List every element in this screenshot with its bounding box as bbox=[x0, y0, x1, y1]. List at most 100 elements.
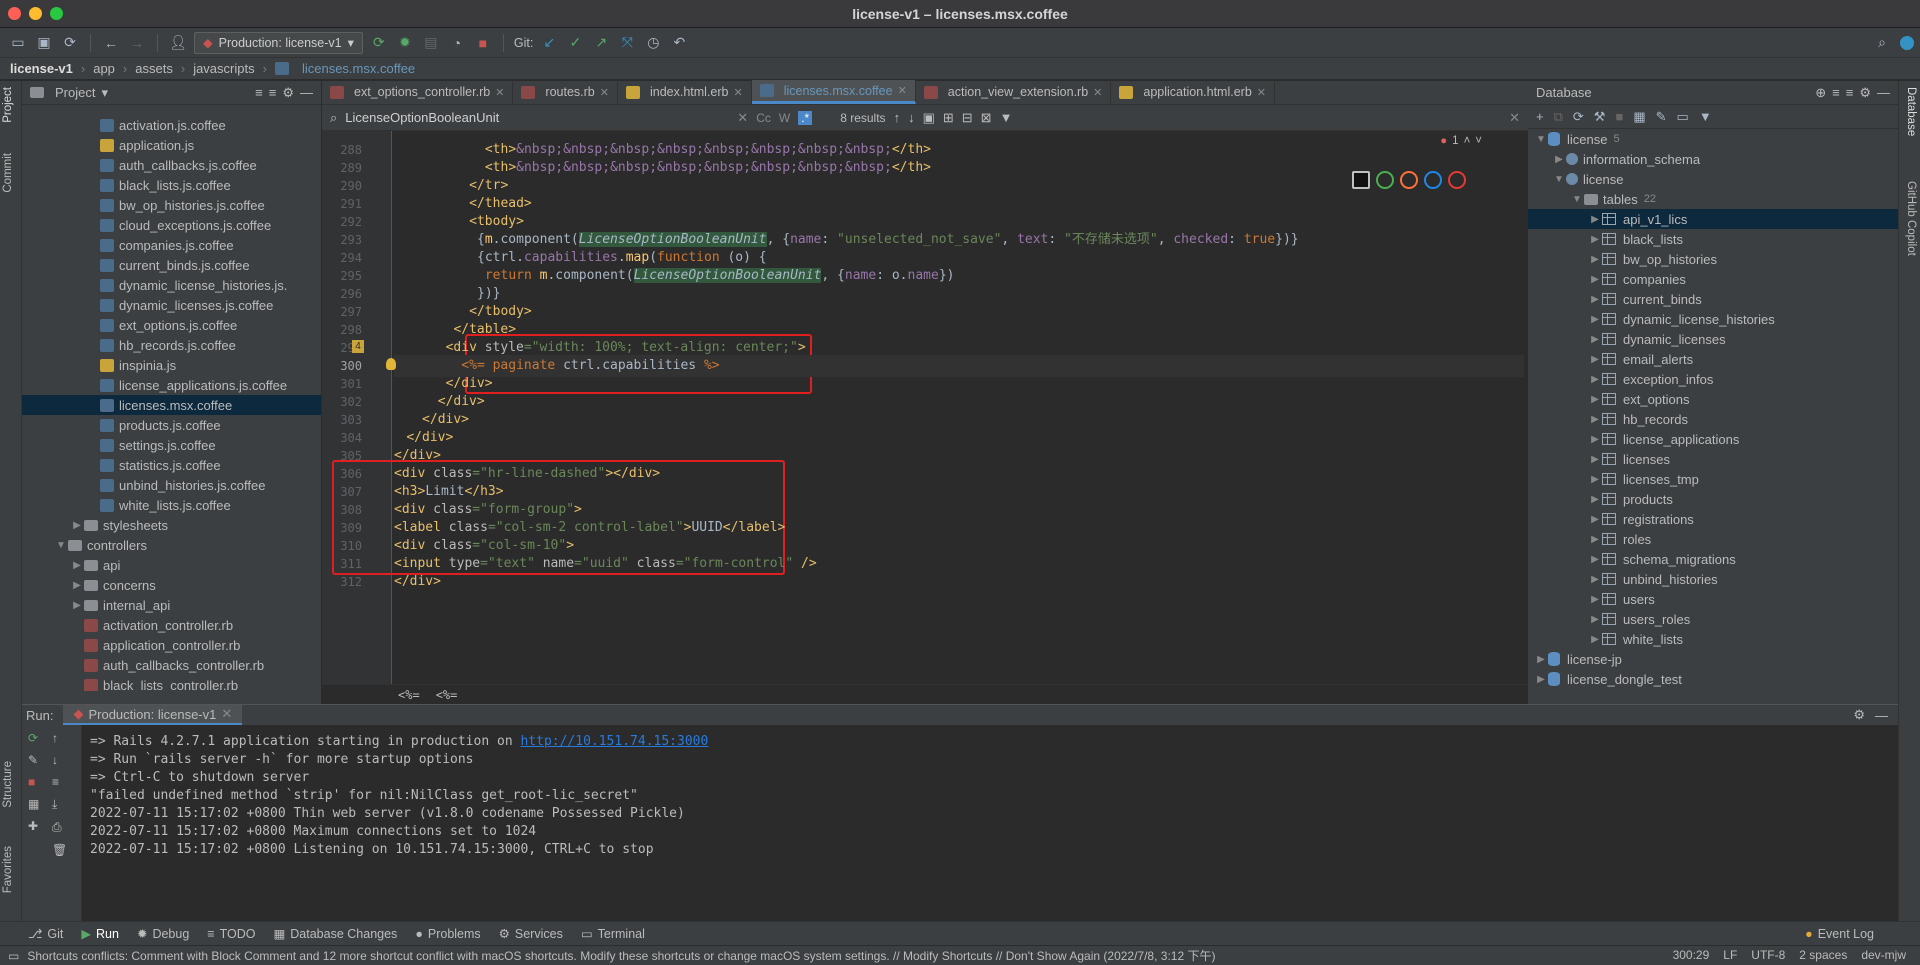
project-tree-item[interactable]: application_controller.rb bbox=[22, 635, 321, 655]
database-tree-item[interactable]: ▶ license_dongle_test bbox=[1528, 669, 1898, 689]
scroll-down-icon[interactable]: ↓ bbox=[52, 753, 67, 767]
tool-tab-todo[interactable]: ≡ TODO bbox=[207, 926, 255, 941]
database-tree-item[interactable]: ▼ tables 22 bbox=[1528, 189, 1898, 209]
soft-wrap-icon[interactable]: ≡ bbox=[52, 775, 67, 789]
project-tree-item[interactable]: ▶ internal_api bbox=[22, 595, 321, 615]
project-tree-item[interactable]: ▼ controllers bbox=[22, 535, 321, 555]
chevron-right-icon[interactable]: ▶ bbox=[1588, 614, 1602, 625]
chevron-down-icon[interactable]: ▼ bbox=[1570, 194, 1584, 205]
chevron-right-icon[interactable]: ▶ bbox=[1588, 634, 1602, 645]
firefox-icon[interactable] bbox=[1400, 171, 1418, 189]
database-tree-item[interactable]: ▶ users bbox=[1528, 589, 1898, 609]
collapse-all-icon[interactable]: ≡ bbox=[1846, 85, 1854, 100]
tool-tab-run[interactable]: ▶ Run bbox=[81, 926, 119, 942]
git-merge-icon[interactable]: ⤧ bbox=[617, 34, 637, 51]
close-icon[interactable]: ✕ bbox=[1257, 86, 1266, 99]
project-tree-item[interactable]: cloud_exceptions.js.coffee bbox=[22, 215, 321, 235]
close-icon[interactable]: ✕ bbox=[495, 86, 504, 99]
project-tree-item[interactable]: auth_callbacks.js.coffee bbox=[22, 155, 321, 175]
database-tree-item[interactable]: ▶ users_roles bbox=[1528, 609, 1898, 629]
database-tree-item[interactable]: ▶ dynamic_license_histories bbox=[1528, 309, 1898, 329]
project-panel-title[interactable]: Project bbox=[55, 85, 95, 100]
chevron-right-icon[interactable]: ▶ bbox=[1588, 414, 1602, 425]
rerun-icon[interactable]: ⟳ bbox=[28, 731, 39, 745]
edit-icon[interactable]: ✎ bbox=[1656, 109, 1667, 125]
chevron-up-icon[interactable]: ˄ bbox=[1464, 135, 1471, 147]
update-icon[interactable] bbox=[1900, 35, 1914, 50]
chevron-right-icon[interactable]: ▶ bbox=[70, 580, 84, 591]
rubymine-preview-icon[interactable] bbox=[1352, 171, 1370, 189]
project-tree-item[interactable]: auth_callbacks_controller.rb bbox=[22, 655, 321, 675]
project-tree-item[interactable]: bw_op_histories.js.coffee bbox=[22, 195, 321, 215]
project-tree-item[interactable]: license_applications.js.coffee bbox=[22, 375, 321, 395]
search-everywhere-icon[interactable]: ⌕ bbox=[1872, 34, 1892, 51]
chrome-icon[interactable] bbox=[1376, 171, 1394, 189]
breadcrumb-project[interactable]: license-v1 bbox=[10, 61, 73, 76]
chevron-down-icon[interactable]: ▾ bbox=[101, 85, 108, 101]
database-tree-item[interactable]: ▶ api_v1_lics bbox=[1528, 209, 1898, 229]
opera-icon[interactable] bbox=[1448, 171, 1466, 189]
chevron-right-icon[interactable]: ▶ bbox=[1588, 214, 1602, 225]
hide-panel-icon[interactable]: — bbox=[1875, 708, 1888, 723]
database-tree-item[interactable]: ▶ license_applications bbox=[1528, 429, 1898, 449]
indent-setting[interactable]: 2 spaces bbox=[1799, 948, 1847, 962]
database-tree-item[interactable]: ▶ license-jp bbox=[1528, 649, 1898, 669]
chevron-right-icon[interactable]: ▶ bbox=[1588, 254, 1602, 265]
whole-word-toggle[interactable]: W bbox=[779, 111, 790, 125]
project-tree-item[interactable]: ▶ concerns bbox=[22, 575, 321, 595]
chevron-right-icon[interactable]: ▶ bbox=[1588, 274, 1602, 285]
database-tree-item[interactable]: ▶ schema_migrations bbox=[1528, 549, 1898, 569]
chevron-right-icon[interactable]: ▶ bbox=[1534, 654, 1548, 665]
layout-icon[interactable]: ▦ bbox=[28, 797, 39, 811]
filter-icon[interactable]: ▼ bbox=[1000, 110, 1013, 125]
project-tree-item[interactable]: activation.js.coffee bbox=[22, 115, 321, 135]
rerun-icon[interactable]: ⟳ bbox=[369, 34, 389, 51]
close-icon[interactable]: ✕ bbox=[1093, 86, 1102, 99]
chevron-right-icon[interactable]: ▶ bbox=[1588, 294, 1602, 305]
database-tree-item[interactable]: ▶ black_lists bbox=[1528, 229, 1898, 249]
project-tree-item[interactable]: unbind_histories.js.coffee bbox=[22, 475, 321, 495]
git-branch[interactable]: dev-mjw bbox=[1861, 948, 1906, 962]
project-tree-item[interactable]: hb_records.js.coffee bbox=[22, 335, 321, 355]
breadcrumb-file[interactable]: licenses.msx.coffee bbox=[302, 61, 415, 76]
debug-icon[interactable]: ✹ bbox=[395, 34, 415, 51]
collapse-all-icon[interactable]: ≡ bbox=[269, 85, 277, 100]
git-update-icon[interactable]: ↙ bbox=[539, 34, 559, 51]
add-icon[interactable]: + bbox=[1536, 109, 1544, 124]
project-tree-item[interactable]: white_lists.js.coffee bbox=[22, 495, 321, 515]
copy-icon[interactable]: ⧉ bbox=[1554, 109, 1563, 125]
print-icon[interactable]: ⎙ bbox=[52, 820, 67, 835]
chevron-right-icon[interactable]: ▶ bbox=[70, 560, 84, 571]
project-tree-item[interactable]: settings.js.coffee bbox=[22, 435, 321, 455]
git-push-icon[interactable]: ↗ bbox=[591, 34, 611, 51]
chevron-right-icon[interactable]: ▶ bbox=[1588, 494, 1602, 505]
chevron-down-icon[interactable]: ▼ bbox=[54, 540, 68, 551]
forward-arrow-icon[interactable]: → bbox=[127, 35, 147, 51]
code-line[interactable]: <input type="text" name="uuid" class="fo… bbox=[394, 553, 817, 575]
editor-tab[interactable]: application.html.erb ✕ bbox=[1111, 80, 1276, 104]
copilot-tool-tab[interactable]: GitHub Copilot bbox=[1905, 181, 1917, 256]
zoom-window-button[interactable] bbox=[50, 7, 63, 20]
pin-icon[interactable]: ✚ bbox=[28, 819, 39, 833]
breadcrumb-javascripts[interactable]: javascripts bbox=[193, 61, 254, 76]
close-icon[interactable]: ✕ bbox=[734, 86, 743, 99]
editor-tab[interactable]: routes.rb ✕ bbox=[513, 80, 618, 104]
close-icon[interactable]: ✕ bbox=[600, 86, 609, 99]
chevron-right-icon[interactable]: ▶ bbox=[1588, 434, 1602, 445]
hide-panel-icon[interactable]: — bbox=[1877, 85, 1890, 100]
minimize-window-button[interactable] bbox=[29, 7, 42, 20]
clear-search-icon[interactable]: ✕ bbox=[737, 110, 748, 126]
editor-tab[interactable]: action_view_extension.rb ✕ bbox=[916, 80, 1112, 104]
table-icon[interactable]: ▦ bbox=[1633, 109, 1645, 125]
project-tree-item[interactable]: black_lists_controller.rb bbox=[22, 675, 321, 691]
database-tree-item[interactable]: ▶ licenses bbox=[1528, 449, 1898, 469]
select-all-occurrences-icon[interactable]: ▣ bbox=[923, 110, 935, 126]
chevron-right-icon[interactable]: ▶ bbox=[1588, 394, 1602, 405]
code-area[interactable]: ● 1 ˄ ˅ 288 <th>&nbsp;&nbsp;&nbsp;&nbsp;&… bbox=[322, 131, 1528, 685]
database-tree-item[interactable]: ▶ information_schema bbox=[1528, 149, 1898, 169]
match-case-toggle[interactable]: Cc bbox=[756, 111, 771, 125]
project-tool-tab[interactable]: Project bbox=[2, 87, 14, 123]
editor-tab[interactable]: licenses.msx.coffee ✕ bbox=[751, 80, 916, 104]
console-link[interactable]: http://10.151.74.15:3000 bbox=[520, 734, 708, 749]
profile-icon[interactable]: ◔ bbox=[447, 35, 467, 51]
